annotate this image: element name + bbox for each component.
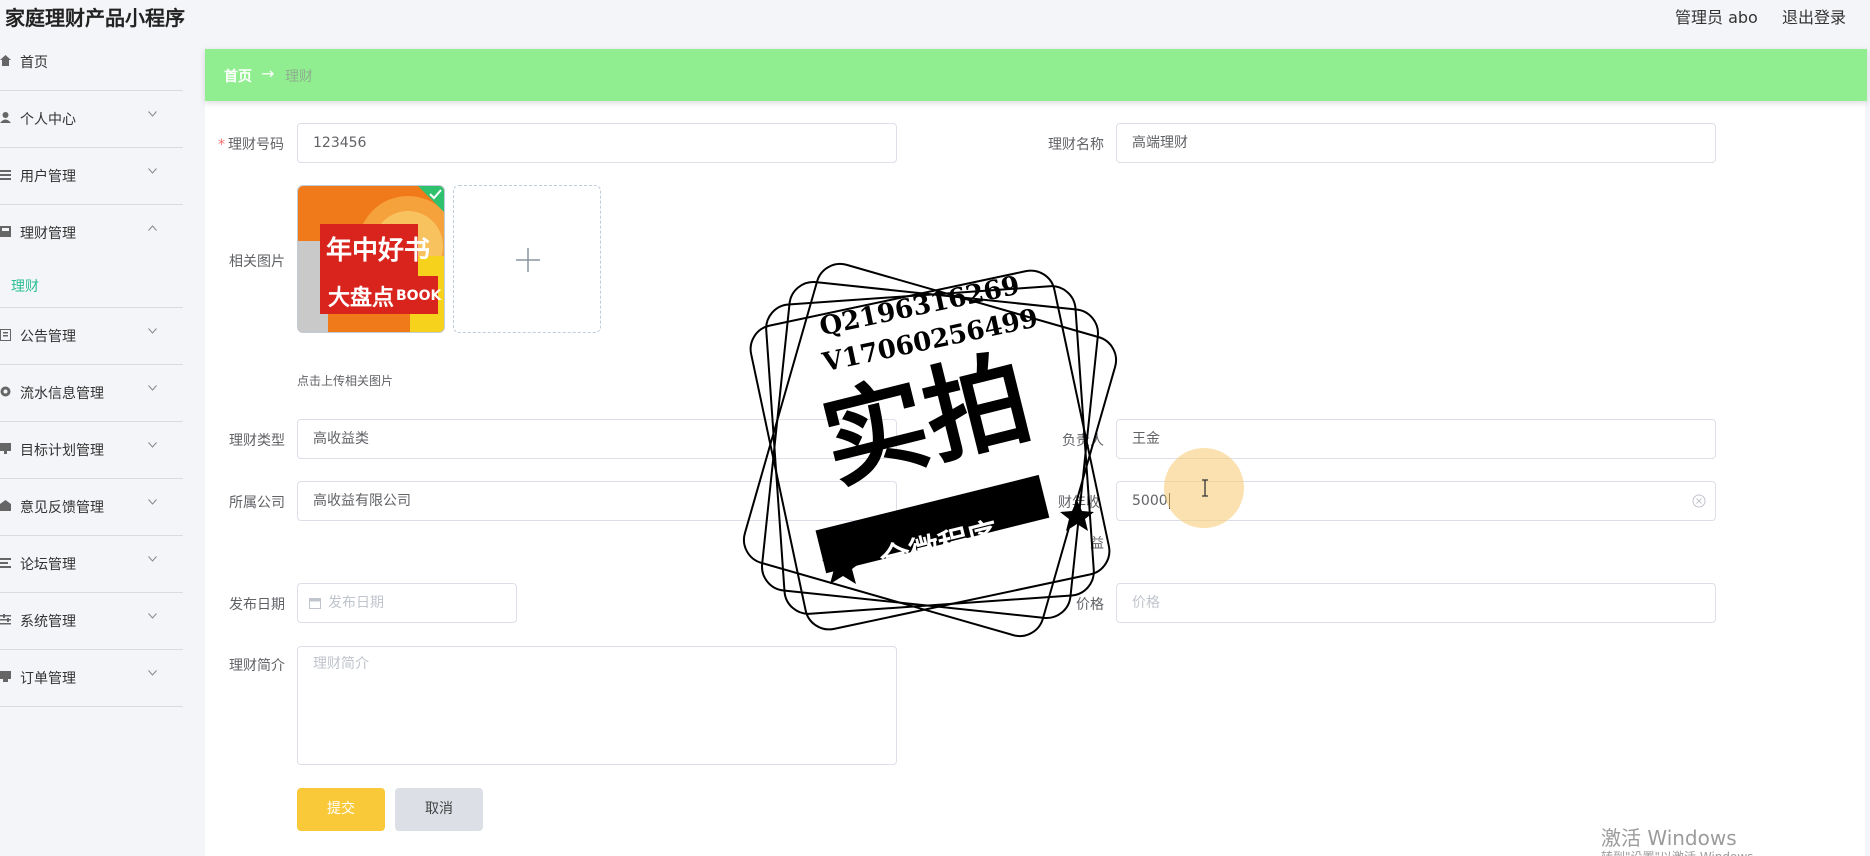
breadcrumb-current: 理财 [285,69,313,85]
sidebar-item-label: 用户管理 [20,169,76,185]
image-label: 相关图片 [229,254,285,270]
income-value: 5000 [1132,493,1168,509]
chevron-down-icon [148,168,157,177]
image-text-2: 大盘点 [328,286,395,311]
intro-label: 理财简介 [229,658,285,674]
income-label: 财年收 [1058,495,1100,511]
windows-activation-title: 激活 Windows [1601,826,1737,850]
price-label: 价格 [1076,597,1104,613]
finance-icon [0,226,12,240]
income-label-wrap: 益 [1090,536,1104,552]
sidebar: 首页 个人中心 用户管理 理财管理 理财 公告管理 流水信息管理 目标计划管理 … [0,34,183,856]
sidebar-item-users[interactable]: 用户管理 [0,148,183,205]
sidebar-item-finance[interactable]: 理财管理 [0,205,183,262]
type-label: 理财类型 [229,433,285,449]
app-title: 家庭理财产品小程序 [5,6,185,30]
calendar-icon [309,598,321,609]
logout-link[interactable]: 退出登录 [1782,4,1846,28]
sidebar-item-feedback[interactable]: 意见反馈管理 [0,479,183,536]
sidebar-item-forum[interactable]: 论坛管理 [0,536,183,593]
flow-icon [0,386,12,400]
chevron-down-icon [148,385,157,394]
sidebar-item-label: 订单管理 [20,671,76,687]
image-text-1: 年中好书 [326,236,431,266]
image-text-3: BOOK [396,288,442,304]
sidebar-item-notices[interactable]: 公告管理 [0,308,183,365]
sidebar-item-targets[interactable]: 目标计划管理 [0,422,183,479]
uploaded-image-thumbnail[interactable]: 年中好书 大盘点 BOOK [297,185,445,333]
chevron-down-icon [148,670,157,679]
clear-icon[interactable] [1692,494,1706,508]
submit-button[interactable]: 提交 [297,788,385,831]
settings-icon [0,614,12,628]
chevron-down-icon [148,442,157,451]
sidebar-item-label: 个人中心 [20,112,76,128]
top-header: 家庭理财产品小程序 管理员 abo 退出登录 [0,0,1870,34]
windows-activation-sub: 转到"设置"以激活 Windows。 [1601,848,1765,856]
company-field[interactable]: 高收益有限公司 [297,481,897,521]
company-label: 所属公司 [229,495,285,511]
sidebar-item-label: 意见反馈管理 [20,500,104,516]
type-field[interactable]: 高收益类 [297,419,897,459]
target-icon [0,443,12,457]
upload-button[interactable] [453,185,601,333]
text-cursor-icon [1202,479,1208,497]
chevron-down-icon [148,499,157,508]
name-label: 理财名称 [1048,137,1104,153]
chevron-down-icon [148,613,157,622]
sidebar-item-label: 目标计划管理 [20,443,104,459]
date-label: 发布日期 [229,597,285,613]
feedback-icon [0,500,12,514]
sidebar-item-flow[interactable]: 流水信息管理 [0,365,183,422]
sidebar-subitem-finance[interactable]: 理财 [0,262,183,308]
sidebar-item-label: 论坛管理 [20,557,76,573]
sidebar-item-label: 系统管理 [20,614,76,630]
code-field[interactable]: 123456 [297,123,897,163]
intro-textarea[interactable]: 理财简介 [297,646,897,765]
name-field[interactable]: 高端理财 [1116,123,1716,163]
plus-icon [516,248,540,272]
home-icon [0,55,12,69]
sidebar-item-label: 公告管理 [20,329,76,345]
forum-icon [0,557,12,571]
sidebar-item-personal-center[interactable]: 个人中心 [0,91,183,148]
breadcrumb: 首页 → 理财 [205,49,1867,101]
cancel-button[interactable]: 取消 [395,788,483,831]
sidebar-subitem-label: 理财 [11,279,39,295]
chevron-down-icon [148,111,157,120]
date-picker[interactable]: 发布日期 [297,583,517,623]
sidebar-item-label: 流水信息管理 [20,386,104,402]
user-label: 管理员 abo [1675,8,1758,27]
user-icon [0,112,12,126]
upload-hint: 点击上传相关图片 [297,374,394,388]
sidebar-item-label: 理财管理 [20,226,76,242]
code-label: * 理财号码 [218,137,284,153]
chevron-down-icon [148,328,157,337]
manager-label: 负责人 [1062,433,1104,449]
list-icon [0,169,12,183]
sidebar-item-orders[interactable]: 订单管理 [0,650,183,707]
sidebar-item-system[interactable]: 系统管理 [0,593,183,650]
chevron-down-icon [148,556,157,565]
order-icon [0,671,12,685]
sidebar-item-label: 首页 [20,55,48,71]
breadcrumb-separator: → [261,64,275,83]
price-field[interactable]: 价格 [1116,583,1716,623]
price-placeholder: 价格 [1132,595,1160,611]
breadcrumb-home[interactable]: 首页 [224,66,252,86]
date-placeholder: 发布日期 [328,595,384,611]
notice-icon [0,328,12,343]
chevron-up-icon [148,225,157,234]
sidebar-item-home[interactable]: 首页 [0,34,183,91]
